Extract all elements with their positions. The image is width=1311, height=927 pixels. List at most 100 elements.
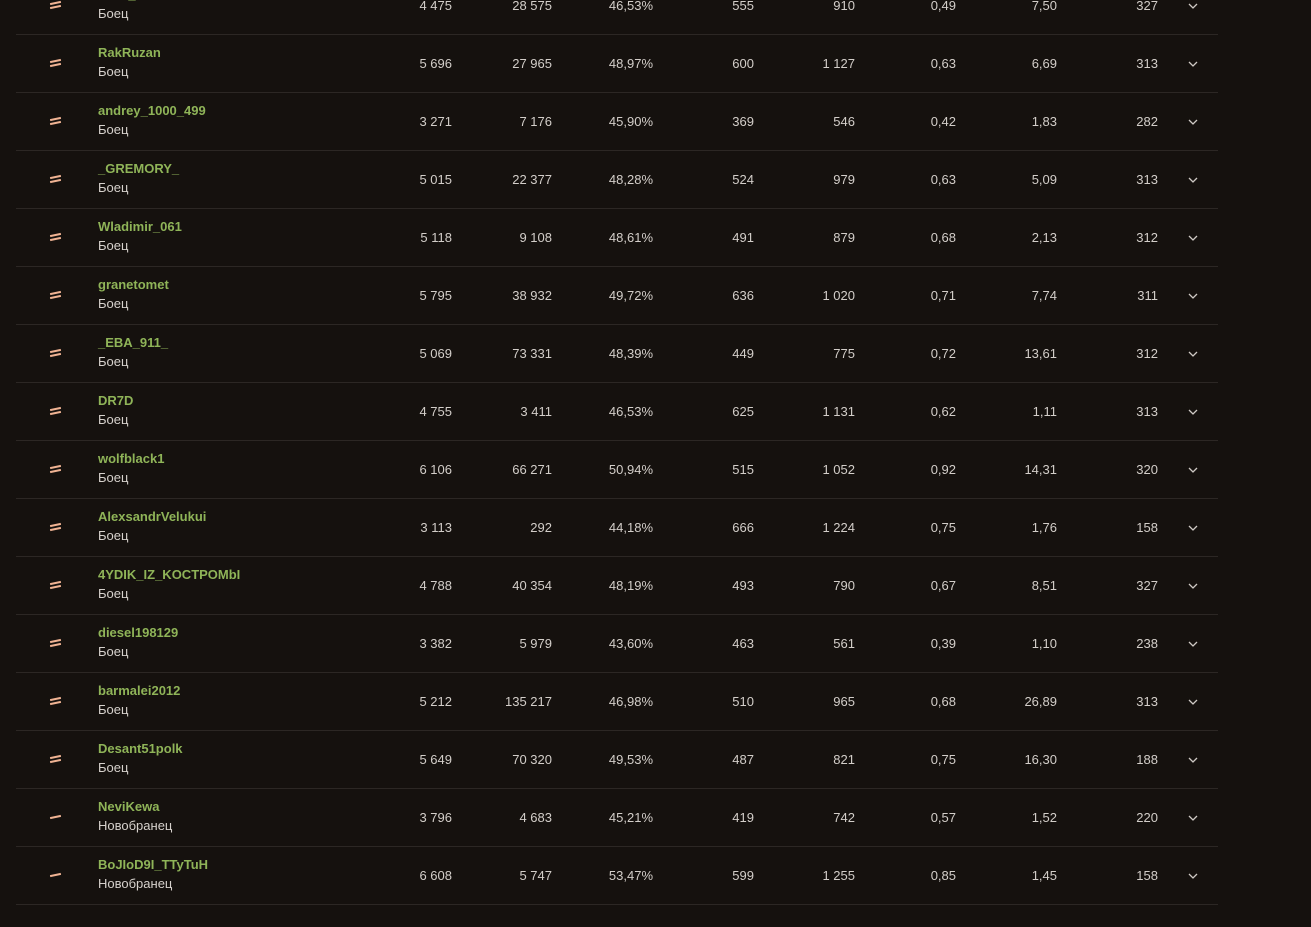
player-name-link[interactable]: granetomet xyxy=(98,277,169,292)
stat-cell-0: 3 382 xyxy=(419,636,452,651)
stat-cell-5: 0,92 xyxy=(930,462,956,477)
stat-cell-1: 292 xyxy=(530,520,552,535)
stat-cell-7: 158 xyxy=(1136,520,1158,535)
stat-cell-7: 220 xyxy=(1136,810,1158,825)
player-name-link[interactable]: _EBA_911_ xyxy=(98,335,168,350)
player-name-link[interactable]: wolfblack1 xyxy=(98,451,164,466)
chevron-down-icon[interactable] xyxy=(1187,869,1199,881)
player-name-link[interactable]: _GREMORY_ xyxy=(98,161,179,176)
table-row[interactable]: diesel198129 Боец 3 382 5 979 43,60% 463 561 0,… xyxy=(16,615,1218,673)
chevron-down-icon[interactable] xyxy=(1187,231,1199,243)
stat-cell-5: 0,75 xyxy=(930,520,956,535)
stat-cell-3: 515 xyxy=(732,462,754,477)
rank-icon-double xyxy=(49,463,63,475)
stat-cell-4: 1 224 xyxy=(822,520,855,535)
stat-cell-2: 49,72% xyxy=(608,288,653,303)
player-name-link[interactable]: AlexsandrVelukui xyxy=(98,509,206,524)
table-row[interactable]: RakRuzan Боец 5 696 27 965 48,97% 600 1 127 0,6… xyxy=(16,35,1218,93)
stat-cell-4: 1 020 xyxy=(822,288,855,303)
chevron-down-icon[interactable] xyxy=(1187,57,1199,69)
chevron-down-icon[interactable] xyxy=(1187,115,1199,127)
chevron-down-icon[interactable] xyxy=(1187,347,1199,359)
player-name-link[interactable]: barmalei2012 xyxy=(98,683,180,698)
chevron-down-icon[interactable] xyxy=(1187,521,1199,533)
chevron-down-icon[interactable] xyxy=(1187,753,1199,765)
stat-cell-3: 636 xyxy=(732,288,754,303)
stat-cell-4: 910 xyxy=(833,0,855,13)
stat-cell-4: 546 xyxy=(833,114,855,129)
table-row[interactable]: _GREMORY_ Боец 5 015 22 377 48,28% 524 979 0,63… xyxy=(16,151,1218,209)
player-name-link[interactable]: Desant51polk xyxy=(98,741,183,756)
table-row[interactable]: granetomet Боец 5 795 38 932 49,72% 636 1 020 0… xyxy=(16,267,1218,325)
stat-cell-1: 66 271 xyxy=(512,462,552,477)
stat-cell-7: 313 xyxy=(1136,694,1158,709)
table-row[interactable]: vikto_149 Боец 4 475 28 575 46,53% 555 910 0,49… xyxy=(16,0,1218,35)
stat-cell-1: 135 217 xyxy=(505,694,552,709)
stat-cell-6: 7,50 xyxy=(1031,0,1057,13)
stat-cell-2: 46,53% xyxy=(608,404,653,419)
player-name-link[interactable]: RakRuzan xyxy=(98,45,161,60)
stat-cell-6: 1,45 xyxy=(1031,868,1057,883)
rank-icon-double xyxy=(49,753,63,765)
stat-cell-0: 3 796 xyxy=(419,810,452,825)
player-name-link[interactable]: andrey_1000_499 xyxy=(98,103,206,118)
table-row[interactable]: BoJIoD9I_TTyTuH Новобранец 6 608 5 747 53,47… xyxy=(16,847,1218,905)
stat-cell-5: 0,68 xyxy=(930,230,956,245)
table-row[interactable]: andrey_1000_499 Боец 3 271 7 176 45,90% 369 54… xyxy=(16,93,1218,151)
stat-cell-2: 48,97% xyxy=(608,56,653,71)
table-row[interactable]: Desant51polk Боец 5 649 70 320 49,53% 487 821 0… xyxy=(16,731,1218,789)
table-row[interactable]: barmalei2012 Боец 5 212 135 217 46,98% 510 965… xyxy=(16,673,1218,731)
stat-cell-7: 188 xyxy=(1136,752,1158,767)
player-name-link[interactable]: Wladimir_061 xyxy=(98,219,182,234)
stat-cell-0: 4 475 xyxy=(419,0,452,13)
chevron-down-icon[interactable] xyxy=(1187,405,1199,417)
chevron-down-icon[interactable] xyxy=(1187,173,1199,185)
stat-cell-1: 28 575 xyxy=(512,0,552,13)
table-row[interactable]: 4YDIK_IZ_KOCTPOMbI Боец 4 788 40 354 48,19% 4… xyxy=(16,557,1218,615)
table-row[interactable]: DR7D Боец 4 755 3 411 46,53% 625 1 131 0,62 1,11… xyxy=(16,383,1218,441)
player-role: Боец xyxy=(98,180,129,195)
chevron-down-icon[interactable] xyxy=(1187,289,1199,301)
stat-cell-4: 775 xyxy=(833,346,855,361)
table-row[interactable]: NeviKewa Новобранец 3 796 4 683 45,21% 419 742… xyxy=(16,789,1218,847)
stat-cell-3: 510 xyxy=(732,694,754,709)
chevron-down-icon[interactable] xyxy=(1187,637,1199,649)
player-name-link[interactable]: 4YDIK_IZ_KOCTPOMbI xyxy=(98,567,240,582)
rank-icon-double xyxy=(49,115,63,127)
player-name-link[interactable]: diesel198129 xyxy=(98,625,178,640)
stat-cell-2: 46,53% xyxy=(608,0,653,13)
table-row[interactable]: wolfblack1 Боец 6 106 66 271 50,94% 515 1 052 0… xyxy=(16,441,1218,499)
stat-cell-3: 449 xyxy=(732,346,754,361)
player-name-link[interactable]: BoJIoD9I_TTyTuH xyxy=(98,857,208,872)
player-name-link[interactable]: DR7D xyxy=(98,393,133,408)
table-row[interactable]: AlexsandrVelukui Боец 3 113 292 44,18% 666 1 2… xyxy=(16,499,1218,557)
rank-icon-double xyxy=(49,637,63,649)
stat-cell-5: 0,72 xyxy=(930,346,956,361)
player-role: Боец xyxy=(98,470,129,485)
stat-cell-0: 4 755 xyxy=(419,404,452,419)
stat-cell-2: 43,60% xyxy=(608,636,653,651)
stat-cell-7: 282 xyxy=(1136,114,1158,129)
table-row[interactable]: Wladimir_061 Боец 5 118 9 108 48,61% 491 879 0,… xyxy=(16,209,1218,267)
stat-cell-5: 0,68 xyxy=(930,694,956,709)
chevron-down-icon[interactable] xyxy=(1187,579,1199,591)
rank-icon-double xyxy=(49,521,63,533)
stat-cell-4: 979 xyxy=(833,172,855,187)
player-role: Боец xyxy=(98,702,129,717)
player-name-link[interactable]: vikto_149 xyxy=(98,0,157,2)
player-role: Боец xyxy=(98,296,129,311)
rank-icon-single xyxy=(49,869,63,881)
player-role: Боец xyxy=(98,644,129,659)
rank-icon-double xyxy=(49,0,63,11)
stat-cell-2: 45,90% xyxy=(608,114,653,129)
chevron-down-icon[interactable] xyxy=(1187,0,1199,11)
chevron-down-icon[interactable] xyxy=(1187,463,1199,475)
table-row[interactable]: _EBA_911_ Боец 5 069 73 331 48,39% 449 775 0,72… xyxy=(16,325,1218,383)
stat-cell-5: 0,57 xyxy=(930,810,956,825)
chevron-down-icon[interactable] xyxy=(1187,695,1199,707)
stat-cell-5: 0,75 xyxy=(930,752,956,767)
stat-cell-0: 5 795 xyxy=(419,288,452,303)
stat-cell-4: 561 xyxy=(833,636,855,651)
chevron-down-icon[interactable] xyxy=(1187,811,1199,823)
player-name-link[interactable]: NeviKewa xyxy=(98,799,159,814)
